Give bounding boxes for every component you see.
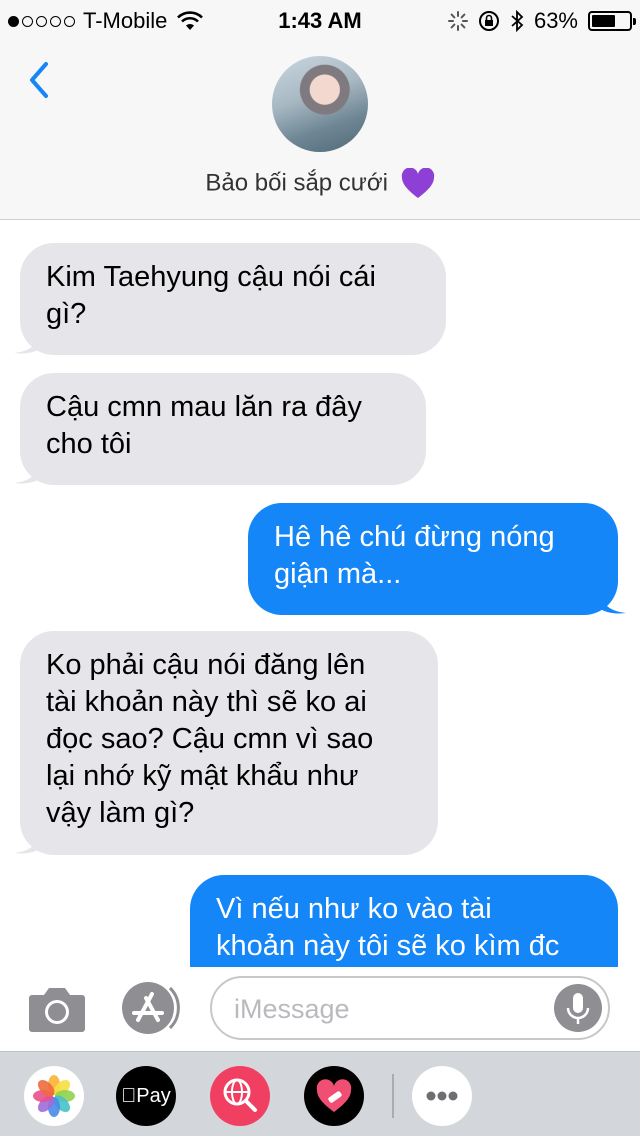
message-line: Kim Taehyung cậu nói cái xyxy=(46,261,376,293)
image-search-app-icon[interactable] xyxy=(210,1066,270,1126)
drawer-divider xyxy=(392,1074,394,1118)
heart-stickers-app-icon[interactable] xyxy=(304,1066,364,1126)
status-bar: T-Mobile 1:43 AM 63% xyxy=(0,0,640,40)
message-line: vậy làm gì? xyxy=(46,797,195,829)
message-line: cho tôi xyxy=(46,428,132,460)
activity-spinner-icon xyxy=(447,11,468,31)
apple-pay-app-icon[interactable]: Pay xyxy=(116,1066,176,1126)
message-bubble-outgoing[interactable]: Hê hê chú đừng nóng giận mà... xyxy=(248,503,618,615)
battery-fill xyxy=(592,15,615,27)
purple-heart-icon xyxy=(401,168,434,198)
more-apps-icon[interactable] xyxy=(412,1066,472,1126)
microphone-glyph xyxy=(566,993,590,1024)
battery-icon xyxy=(588,11,636,31)
camera-icon[interactable] xyxy=(28,983,86,1033)
apple-pay-label: Pay xyxy=(121,1085,170,1107)
app-store-icon[interactable] xyxy=(120,980,182,1036)
message-line: Hê hê chú đừng nóng xyxy=(274,521,555,553)
ellipsis-glyph xyxy=(426,1091,458,1101)
contact-avatar[interactable] xyxy=(272,56,368,152)
contact-name-label: Bảo bối sắp cưới xyxy=(205,169,388,197)
message-line: Ko phải cậu nói đăng lên xyxy=(46,649,366,681)
bluetooth-icon xyxy=(511,10,524,32)
chevron-left-icon[interactable] xyxy=(22,58,58,102)
message-line: khoản này tôi sẽ ko kìm đc xyxy=(216,930,560,962)
message-line: tài khoản này thì sẽ ko ai xyxy=(46,686,367,718)
message-line: giận mà... xyxy=(274,558,402,590)
message-line: lại nhớ kỹ mật khẩu như xyxy=(46,760,359,792)
status-right: 63% xyxy=(447,8,636,34)
microphone-icon[interactable] xyxy=(554,984,602,1032)
imessage-input[interactable]: iMessage xyxy=(210,976,610,1040)
globe-search-glyph xyxy=(223,1078,257,1112)
heart-sticker-glyph xyxy=(316,1079,352,1112)
message-bubble-outgoing[interactable]: Vì nếu như ko vào tài khoản này tôi sẽ k… xyxy=(190,875,618,967)
message-bubble-incoming[interactable]: Kim Taehyung cậu nói cái gì? xyxy=(20,243,446,355)
message-bubble-incoming[interactable]: Cậu cmn mau lăn ra đây cho tôi xyxy=(20,373,426,485)
message-thread[interactable]: Kim Taehyung cậu nói cái gì? Cậu cmn mau… xyxy=(0,221,640,967)
message-line: gì? xyxy=(46,298,87,330)
composer-bar: iMessage xyxy=(0,967,640,1051)
photos-app-icon[interactable] xyxy=(24,1066,84,1126)
rotation-lock-icon xyxy=(478,11,499,31)
imessage-app-drawer: Pay xyxy=(0,1051,640,1136)
imessage-placeholder: iMessage xyxy=(234,994,350,1024)
message-line: Cậu cmn mau lăn ra đây xyxy=(46,391,362,423)
message-line: đọc sao? Cậu cmn vì sao xyxy=(46,723,374,755)
message-bubble-incoming[interactable]: Ko phải cậu nói đăng lên tài khoản này t… xyxy=(20,631,438,855)
contact-name[interactable]: Bảo bối sắp cưới xyxy=(0,168,640,200)
photos-flower-glyph xyxy=(33,1075,75,1117)
battery-percentage: 63% xyxy=(533,8,578,33)
conversation-header: Bảo bối sắp cưới xyxy=(0,40,640,220)
message-line: Vì nếu như ko vào tài xyxy=(216,893,492,925)
